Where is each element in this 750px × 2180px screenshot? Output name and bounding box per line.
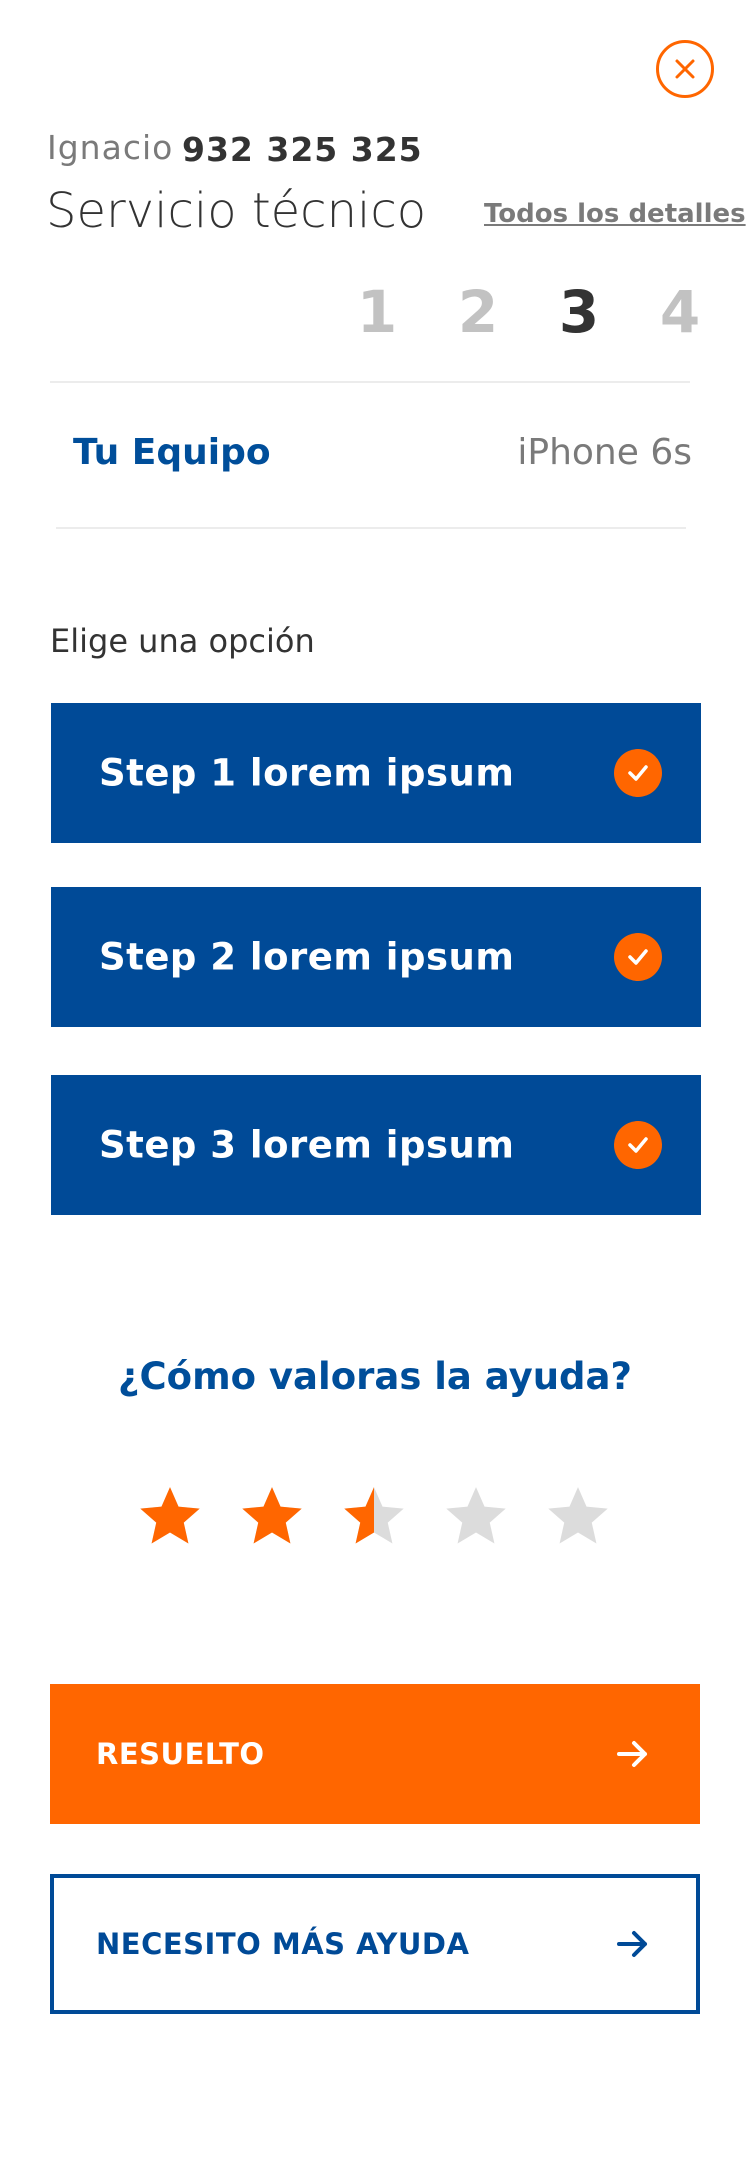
options-heading: Elige una opción (50, 622, 315, 660)
option-button-step-3[interactable]: Step 3 lorem ipsum (51, 1075, 701, 1215)
user-phone: 932 325 325 (182, 130, 423, 169)
equipment-label: Tu Equipo (73, 432, 271, 473)
arrow-right-icon (617, 1741, 647, 1767)
close-icon (675, 59, 695, 79)
resolved-label: RESUELTO (96, 1737, 265, 1771)
star-2-icon[interactable] (237, 1483, 307, 1549)
step-indicator-1: 1 (356, 278, 398, 346)
option-label: Step 2 lorem ipsum (99, 935, 515, 979)
star-5-icon[interactable] (543, 1483, 613, 1549)
details-link[interactable]: Todos los detalles (484, 199, 746, 229)
star-3-icon[interactable] (339, 1483, 409, 1549)
option-button-step-2[interactable]: Step 2 lorem ipsum (51, 887, 701, 1027)
star-1-icon[interactable] (135, 1483, 205, 1549)
resolved-button[interactable]: RESUELTO (50, 1684, 700, 1824)
divider (56, 527, 686, 529)
option-button-step-1[interactable]: Step 1 lorem ipsum (51, 703, 701, 843)
need-help-button[interactable]: NECESITO MÁS AYUDA (50, 1874, 700, 2014)
step-indicator-4: 4 (659, 278, 701, 346)
check-icon (614, 749, 662, 797)
option-label: Step 3 lorem ipsum (99, 1123, 515, 1167)
option-label: Step 1 lorem ipsum (99, 751, 515, 795)
arrow-right-icon (617, 1931, 647, 1957)
step-indicator-2: 2 (457, 278, 499, 346)
step-indicator-3: 3 (558, 278, 600, 346)
need-help-label: NECESITO MÁS AYUDA (96, 1927, 470, 1961)
divider (50, 381, 690, 383)
check-icon (614, 1121, 662, 1169)
equipment-value: iPhone 6s (517, 432, 692, 473)
star-4-icon[interactable] (441, 1483, 511, 1549)
rating-question: ¿Cómo valoras la ayuda? (118, 1355, 632, 1398)
check-icon (614, 933, 662, 981)
close-button[interactable] (656, 40, 714, 98)
page-title: Servicio técnico (46, 183, 427, 239)
user-name: Ignacio (47, 128, 174, 167)
